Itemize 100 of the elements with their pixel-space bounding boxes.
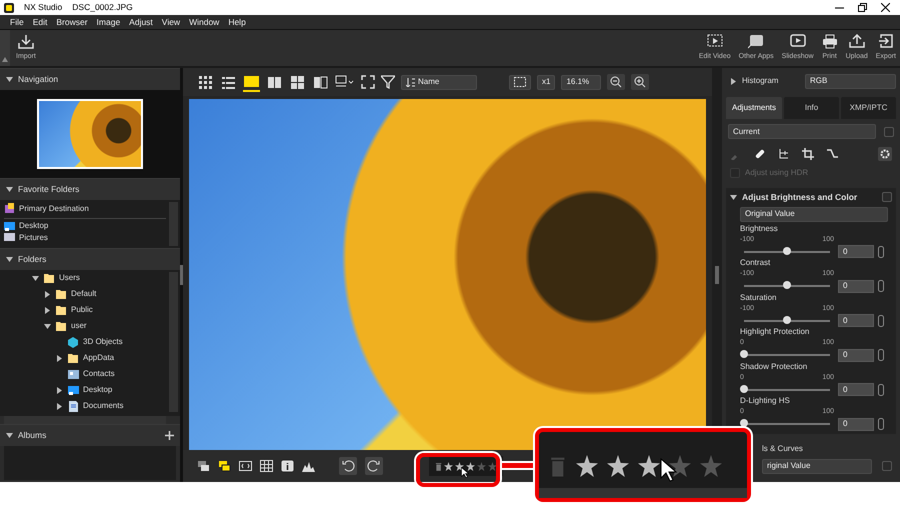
number-field[interactable]: 0 (838, 314, 874, 328)
grid-icon[interactable] (260, 460, 273, 472)
crop-icon[interactable] (802, 148, 814, 160)
slider-thumb[interactable] (740, 384, 748, 393)
list-view-icon (221, 74, 236, 90)
horizontal-scrollbar[interactable] (4, 416, 166, 424)
view-mode-button[interactable] (197, 74, 214, 90)
info-icon[interactable] (281, 460, 294, 472)
star-icon (477, 462, 486, 470)
section-title: Adjust Brightness and Color (742, 191, 858, 204)
rotate-right-icon[interactable] (365, 457, 383, 475)
panel-title: Favorite Folders (18, 183, 80, 196)
number-field[interactable]: 0 (838, 245, 874, 258)
panel-tab[interactable]: Adjustments (726, 97, 782, 119)
slider-thumb[interactable] (740, 350, 748, 358)
collapsed-triangle-icon[interactable] (56, 402, 63, 410)
menu-item[interactable]: Window (189, 16, 220, 28)
slider-thumb[interactable] (783, 281, 791, 290)
panel-tab[interactable]: Info (784, 97, 840, 119)
menu-item[interactable]: File (10, 16, 24, 28)
menu-item[interactable]: Browser (56, 16, 88, 28)
menu-item[interactable]: Edit (32, 16, 48, 28)
menu-item[interactable]: View (162, 16, 180, 28)
favorite-folder-item[interactable]: Primary Destination (19, 202, 89, 214)
slider-thumb[interactable] (783, 316, 791, 324)
fit-dropdown[interactable] (509, 74, 531, 90)
spinner-icon[interactable] (878, 280, 884, 292)
panel-tab[interactable]: XMP/IPTC (841, 97, 896, 119)
zoom-out-icon[interactable] (607, 74, 626, 90)
number-field[interactable]: 0 (838, 418, 874, 431)
rotate-left-icon[interactable] (339, 457, 357, 475)
plus-icon[interactable] (165, 431, 174, 440)
number-field[interactable]: 0 (838, 383, 874, 396)
spinner-icon[interactable] (878, 384, 884, 396)
expanded-triangle-icon[interactable] (6, 76, 13, 83)
folder-tree-item[interactable]: Contacts (83, 368, 115, 380)
folder-tree-item[interactable]: Desktop (83, 384, 112, 396)
preset-dropdown[interactable]: riginal Value (762, 458, 872, 474)
restore-icon[interactable] (858, 3, 867, 12)
menu-item[interactable]: Adjust (129, 16, 153, 28)
upload-icon (848, 34, 865, 48)
expanded-triangle-icon[interactable] (32, 274, 39, 282)
collapsed-triangle-icon[interactable] (56, 354, 63, 362)
favorite-folder-item[interactable]: Pictures (19, 232, 48, 244)
section-checkbox[interactable] (882, 192, 892, 202)
spinner-icon[interactable] (878, 314, 884, 327)
full-screen-icon[interactable] (361, 75, 375, 89)
spinner-icon[interactable] (878, 349, 884, 362)
close-icon[interactable] (881, 3, 890, 12)
frame-icon[interactable] (239, 460, 252, 472)
expanded-triangle-icon[interactable] (730, 194, 737, 201)
expanded-triangle-icon[interactable] (44, 322, 51, 330)
menu-item[interactable]: Image (96, 16, 120, 28)
panel-collapse-handle[interactable] (180, 265, 183, 285)
trash-icon[interactable] (435, 462, 442, 470)
preset-dropdown[interactable]: Original Value (740, 206, 888, 222)
collapsed-triangle-icon[interactable] (44, 290, 51, 298)
expanded-triangle-icon[interactable] (6, 256, 13, 263)
channel-dropdown[interactable]: RGB (805, 74, 896, 88)
stack-icon[interactable] (197, 460, 210, 472)
favorite-folder-item[interactable]: Desktop (19, 220, 48, 232)
four-pane-icon (290, 74, 305, 90)
settings-icon[interactable] (878, 147, 892, 161)
collapsed-triangle-icon[interactable] (730, 78, 737, 84)
zoom-100-button[interactable]: x1 (537, 74, 556, 90)
spinner-icon[interactable] (878, 418, 884, 430)
spinner-icon[interactable] (878, 246, 884, 258)
view-mode-button[interactable] (312, 74, 329, 90)
tree-adjust-icon[interactable] (778, 148, 790, 160)
layout-icon[interactable] (335, 75, 355, 89)
folder-tree-item[interactable]: AppData (83, 352, 114, 364)
folder-tree-item[interactable]: Documents (83, 400, 124, 412)
section-title: ls & Curves (762, 442, 804, 455)
straighten-icon[interactable] (826, 148, 838, 160)
sort-dropdown[interactable]: Name (401, 74, 477, 90)
filter-icon[interactable] (381, 75, 395, 89)
preset-dropdown[interactable]: Current (728, 124, 876, 139)
panel-collapse-handle[interactable] (715, 266, 719, 284)
section-checkbox[interactable] (882, 461, 892, 472)
collapsed-triangle-icon[interactable] (44, 306, 51, 314)
menu-item[interactable]: Help (228, 16, 246, 28)
slider-thumb[interactable] (783, 246, 791, 255)
number-field[interactable]: 0 (838, 348, 874, 362)
folder-tree-item[interactable]: user (71, 320, 87, 332)
expanded-triangle-icon[interactable] (6, 432, 13, 439)
folder-tree-item[interactable]: Public (71, 304, 93, 316)
folder-tree-item[interactable]: Default (71, 288, 96, 300)
folder-tree-item[interactable]: 3D Objects (83, 336, 123, 348)
zoom-dropdown[interactable]: 16.1% (561, 74, 602, 90)
expanded-triangle-icon[interactable] (6, 186, 13, 193)
zoom-in-icon[interactable] (631, 74, 650, 90)
marked-stack-icon[interactable] (218, 460, 231, 472)
collapsed-triangle-icon[interactable] (56, 386, 63, 394)
sync-checkbox[interactable] (884, 126, 894, 136)
histogram-icon[interactable] (302, 460, 315, 472)
collapse-arrow-icon[interactable] (2, 57, 8, 62)
folder-tree-item[interactable]: Users (59, 272, 80, 284)
number-field[interactable]: 0 (838, 280, 874, 293)
view-mode-button[interactable] (289, 74, 306, 90)
slider-thumb[interactable] (740, 419, 748, 428)
